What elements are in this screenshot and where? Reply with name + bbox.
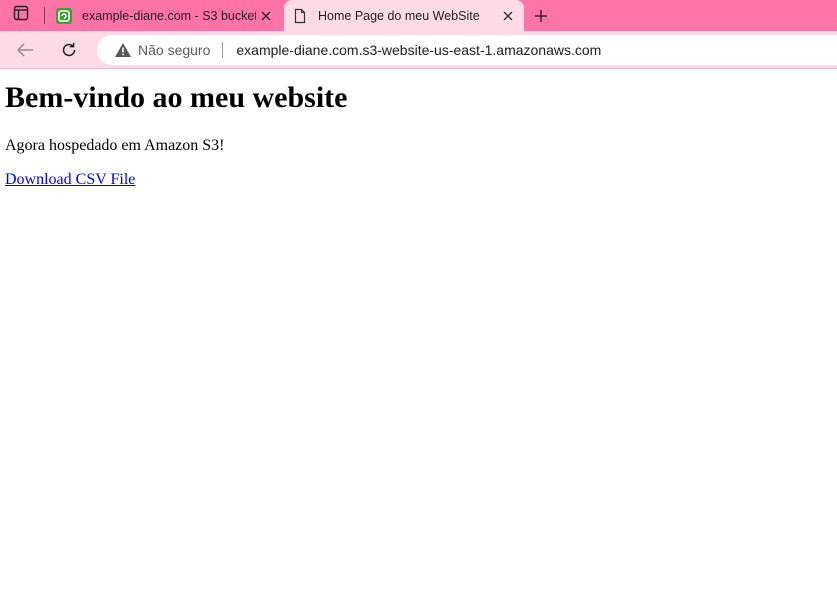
- page-paragraph: Agora hospedado em Amazon S3!: [5, 137, 225, 154]
- security-status[interactable]: Não seguro: [138, 42, 210, 58]
- download-csv-link[interactable]: Download CSV File: [5, 171, 135, 189]
- close-icon: [261, 11, 271, 20]
- warning-icon[interactable]: [114, 42, 132, 58]
- plus-icon: [535, 10, 547, 22]
- tab-s3-bucket[interactable]: example-diane.com - S3 bucket: [48, 0, 282, 31]
- page-content: Bem-vindo ao meu website Agora hospedado…: [0, 70, 837, 616]
- tab-strip: example-diane.com - S3 bucket Home Page …: [0, 0, 837, 31]
- aws-s3-icon: [56, 7, 72, 24]
- close-tab-button[interactable]: [256, 6, 276, 26]
- address-divider: [222, 42, 224, 58]
- tab-title: example-diane.com - S3 bucket: [82, 8, 256, 23]
- tab-separator: [44, 7, 45, 24]
- page-heading: Bem-vindo ao meu website: [5, 81, 348, 114]
- new-tab-button[interactable]: [528, 3, 554, 29]
- address-bar[interactable]: Não seguro example-diane.com.s3-website-…: [97, 35, 837, 65]
- close-icon: [503, 11, 513, 20]
- tab-actions-button[interactable]: [6, 2, 36, 28]
- browser-toolbar: Não seguro example-diane.com.s3-website-…: [0, 31, 837, 69]
- workspace-icon: [13, 5, 29, 26]
- url-text[interactable]: example-diane.com.s3-website-us-east-1.a…: [236, 42, 601, 58]
- reload-button[interactable]: [55, 36, 83, 64]
- page-icon: [292, 8, 308, 24]
- back-button[interactable]: [11, 36, 39, 64]
- close-tab-button[interactable]: [498, 6, 518, 26]
- reload-icon: [62, 42, 76, 57]
- arrow-left-icon: [16, 43, 33, 57]
- tab-title: Home Page do meu WebSite: [318, 8, 480, 23]
- tab-home-page[interactable]: Home Page do meu WebSite: [284, 0, 524, 31]
